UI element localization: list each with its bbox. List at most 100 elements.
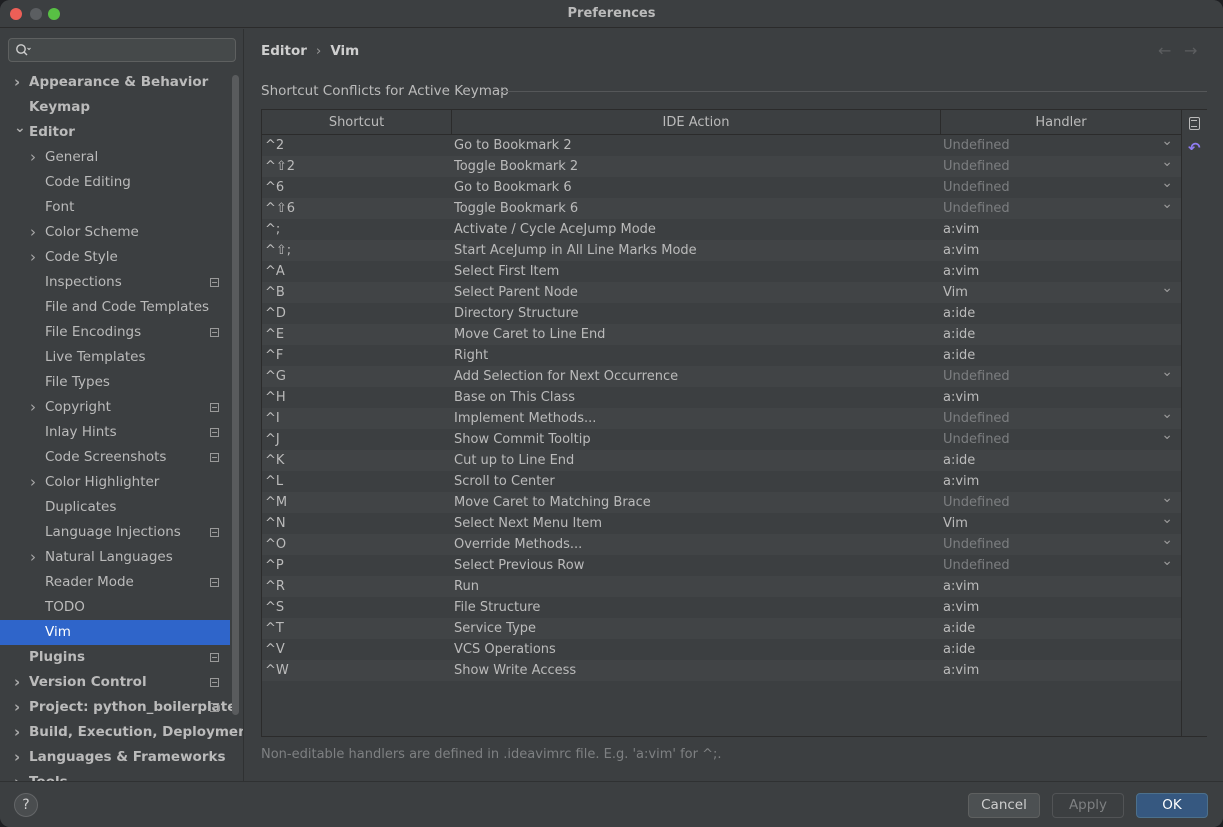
chevron-right-icon[interactable]: › bbox=[14, 745, 24, 770]
chevron-down-icon[interactable]: ⌄ bbox=[1161, 530, 1173, 551]
handler-dropdown[interactable]: Vim ⌄ bbox=[943, 280, 1179, 303]
back-arrow-icon[interactable]: ← bbox=[1158, 41, 1171, 60]
chevron-down-icon[interactable]: ⌄ bbox=[1161, 278, 1173, 299]
sidebar-item-font[interactable]: Font bbox=[0, 195, 230, 220]
sidebar-item-reader-mode[interactable]: Reader Mode bbox=[0, 570, 230, 595]
chevron-right-icon[interactable]: › bbox=[30, 545, 40, 570]
table-row[interactable]: ^H Base on This Class a:vim bbox=[262, 387, 1181, 408]
table-row[interactable]: ^; Activate / Cycle AceJump Mode a:vim bbox=[262, 219, 1181, 240]
handler-dropdown[interactable]: Undefined ⌄ bbox=[943, 175, 1179, 198]
chevron-right-icon[interactable]: › bbox=[14, 670, 24, 695]
copy-icon[interactable] bbox=[1189, 117, 1200, 130]
table-row[interactable]: ^F Right a:ide bbox=[262, 345, 1181, 366]
sidebar-item-build-execution-deployment[interactable]: › Build, Execution, Deployment bbox=[0, 720, 243, 745]
sidebar-item-keymap[interactable]: Keymap bbox=[0, 95, 230, 120]
handler-dropdown[interactable]: Undefined ⌄ bbox=[943, 196, 1179, 219]
table-row[interactable]: ^S File Structure a:vim bbox=[262, 597, 1181, 618]
chevron-down-icon[interactable]: ⌄ bbox=[1161, 131, 1173, 152]
handler-dropdown[interactable]: Vim ⌄ bbox=[943, 511, 1179, 534]
table-row[interactable]: ^V VCS Operations a:ide bbox=[262, 639, 1181, 660]
sidebar-item-language-injections[interactable]: Language Injections bbox=[0, 520, 230, 545]
table-row[interactable]: ^J Show Commit Tooltip Undefined ⌄ bbox=[262, 427, 1181, 450]
handler-dropdown[interactable]: Undefined ⌄ bbox=[943, 133, 1179, 156]
table-row[interactable]: ^G Add Selection for Next Occurrence Undef… bbox=[262, 364, 1181, 387]
table-row[interactable]: ^E Move Caret to Line End a:ide bbox=[262, 324, 1181, 345]
table-row[interactable]: ^D Directory Structure a:ide bbox=[262, 303, 1181, 324]
table-row[interactable]: ^N Select Next Menu Item Vim ⌄ bbox=[262, 511, 1181, 534]
table-row[interactable]: ^P Select Previous Row Undefined ⌄ bbox=[262, 553, 1181, 576]
forward-arrow-icon[interactable]: → bbox=[1184, 41, 1197, 60]
sidebar-item-version-control[interactable]: › Version Control bbox=[0, 670, 230, 695]
column-header-ide-action[interactable]: IDE Action bbox=[452, 110, 941, 135]
column-header-handler[interactable]: Handler bbox=[941, 110, 1181, 135]
undo-icon[interactable]: ↶ bbox=[1188, 139, 1201, 157]
table-row[interactable]: ^A Select First Item a:vim bbox=[262, 261, 1181, 282]
sidebar-item-languages-frameworks[interactable]: › Languages & Frameworks bbox=[0, 745, 230, 770]
table-row[interactable]: ^⇧6 Toggle Bookmark 6 Undefined ⌄ bbox=[262, 196, 1181, 219]
table-row[interactable]: ^R Run a:vim bbox=[262, 576, 1181, 597]
table-row[interactable]: ^B Select Parent Node Vim ⌄ bbox=[262, 280, 1181, 303]
handler-dropdown[interactable]: Undefined ⌄ bbox=[943, 553, 1179, 576]
sidebar-item-code-style[interactable]: › Code Style bbox=[0, 245, 230, 270]
table-row[interactable]: ^K Cut up to Line End a:ide bbox=[262, 450, 1181, 471]
chevron-right-icon[interactable]: › bbox=[30, 470, 40, 495]
handler-dropdown[interactable]: Undefined ⌄ bbox=[943, 364, 1179, 387]
sidebar-item-plugins[interactable]: Plugins bbox=[0, 645, 230, 670]
chevron-down-icon[interactable]: ⌄ bbox=[1161, 404, 1173, 425]
chevron-right-icon[interactable]: › bbox=[14, 770, 24, 781]
breadcrumb-parent[interactable]: Editor bbox=[261, 43, 307, 59]
sidebar-item-general[interactable]: › General bbox=[0, 145, 230, 170]
sidebar-item-code-screenshots[interactable]: Code Screenshots bbox=[0, 445, 230, 470]
sidebar-item-inspections[interactable]: Inspections bbox=[0, 270, 230, 295]
chevron-right-icon[interactable]: › bbox=[30, 395, 40, 420]
table-row[interactable]: ^T Service Type a:ide bbox=[262, 618, 1181, 639]
chevron-down-icon[interactable]: ⌄ bbox=[1161, 362, 1173, 383]
handler-dropdown[interactable]: Undefined ⌄ bbox=[943, 406, 1179, 429]
help-button[interactable]: ? bbox=[14, 793, 38, 817]
handler-dropdown[interactable]: Undefined ⌄ bbox=[943, 490, 1179, 513]
table-row[interactable]: ^⇧; Start AceJump in All Line Marks Mode a… bbox=[262, 240, 1181, 261]
sidebar-item-duplicates[interactable]: Duplicates bbox=[0, 495, 230, 520]
sidebar-item-inlay-hints[interactable]: Inlay Hints bbox=[0, 420, 230, 445]
chevron-down-icon[interactable]: ⌄ bbox=[1161, 551, 1173, 572]
apply-button[interactable]: Apply bbox=[1052, 793, 1124, 818]
sidebar-item-copyright[interactable]: › Copyright bbox=[0, 395, 230, 420]
chevron-right-icon[interactable]: › bbox=[30, 245, 40, 270]
table-row[interactable]: ^M Move Caret to Matching Brace Undefined ⌄ bbox=[262, 490, 1181, 513]
cancel-button[interactable]: Cancel bbox=[968, 793, 1040, 818]
settings-search-input[interactable] bbox=[8, 38, 236, 62]
sidebar-item-file-and-code-templates[interactable]: File and Code Templates bbox=[0, 295, 230, 320]
chevron-down-icon[interactable]: ⌄ bbox=[1161, 194, 1173, 215]
sidebar-item-color-highlighter[interactable]: › Color Highlighter bbox=[0, 470, 230, 495]
table-row[interactable]: ^6 Go to Bookmark 6 Undefined ⌄ bbox=[262, 175, 1181, 198]
chevron-right-icon[interactable]: › bbox=[14, 720, 24, 745]
sidebar-item-project-python-boilerplate[interactable]: › Project: python_boilerplate bbox=[0, 695, 236, 720]
column-header-shortcut[interactable]: Shortcut bbox=[262, 110, 452, 135]
ok-button[interactable]: OK bbox=[1136, 793, 1208, 818]
sidebar-item-live-templates[interactable]: Live Templates bbox=[0, 345, 230, 370]
sidebar-item-file-encodings[interactable]: File Encodings bbox=[0, 320, 230, 345]
chevron-right-icon[interactable]: › bbox=[30, 145, 40, 170]
chevron-down-icon[interactable]: ⌄ bbox=[1161, 173, 1173, 194]
chevron-down-icon[interactable]: ⌄ bbox=[1161, 152, 1173, 173]
sidebar-item-todo[interactable]: TODO bbox=[0, 595, 230, 620]
handler-dropdown[interactable]: Undefined ⌄ bbox=[943, 532, 1179, 555]
sidebar-item-editor[interactable]: ⌄ Editor bbox=[0, 120, 230, 145]
table-row[interactable]: ^⇧2 Toggle Bookmark 2 Undefined ⌄ bbox=[262, 154, 1181, 177]
sidebar-scrollbar[interactable] bbox=[232, 75, 239, 715]
sidebar-item-file-types[interactable]: File Types bbox=[0, 370, 230, 395]
handler-dropdown[interactable]: Undefined ⌄ bbox=[943, 154, 1179, 177]
chevron-right-icon[interactable]: › bbox=[14, 70, 24, 95]
sidebar-item-color-scheme[interactable]: › Color Scheme bbox=[0, 220, 230, 245]
table-row[interactable]: ^O Override Methods... Undefined ⌄ bbox=[262, 532, 1181, 555]
sidebar-item-vim[interactable]: Vim bbox=[0, 620, 230, 645]
chevron-down-icon[interactable]: ⌄ bbox=[1161, 425, 1173, 446]
chevron-down-icon[interactable]: ⌄ bbox=[1161, 509, 1173, 530]
table-row[interactable]: ^2 Go to Bookmark 2 Undefined ⌄ bbox=[262, 133, 1181, 156]
chevron-right-icon[interactable]: › bbox=[14, 695, 24, 720]
table-row[interactable]: ^W Show Write Access a:vim bbox=[262, 660, 1181, 681]
sidebar-item-code-editing[interactable]: Code Editing bbox=[0, 170, 230, 195]
table-row[interactable]: ^I Implement Methods... Undefined ⌄ bbox=[262, 406, 1181, 429]
sidebar-item-appearance-behavior[interactable]: › Appearance & Behavior bbox=[0, 70, 230, 95]
chevron-down-icon[interactable]: ⌄ bbox=[14, 116, 26, 141]
